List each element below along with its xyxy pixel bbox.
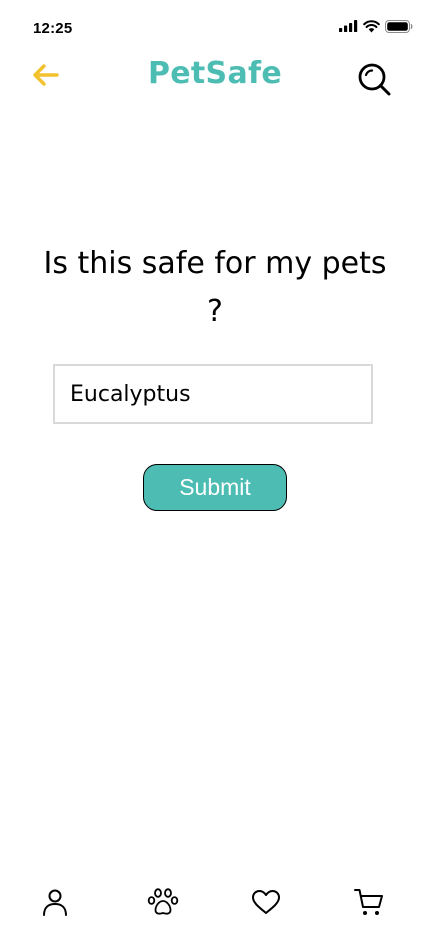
status-time: 12:25	[33, 20, 73, 37]
status-icons	[339, 17, 413, 35]
status-bar: 12:25	[0, 0, 430, 50]
cellular-signal-icon	[339, 20, 358, 32]
plant-name-input[interactable]	[55, 366, 371, 422]
nav-favorites[interactable]	[244, 880, 288, 924]
wifi-icon	[363, 19, 380, 32]
heart-icon	[252, 890, 280, 914]
search-button[interactable]	[354, 59, 394, 99]
plant-input-box[interactable]	[53, 364, 373, 424]
submit-button[interactable]: Submit	[143, 464, 287, 511]
paw-icon	[147, 888, 179, 915]
search-icon	[358, 63, 391, 96]
person-icon	[43, 889, 67, 916]
nav-profile[interactable]	[33, 880, 77, 924]
nav-cart[interactable]	[347, 880, 391, 924]
battery-icon	[385, 19, 413, 33]
cart-icon	[354, 889, 383, 915]
safety-question: Is this safe for my pets ?	[43, 246, 387, 329]
bottom-nav	[0, 880, 430, 932]
nav-pets[interactable]	[141, 880, 185, 924]
app-header: PetSafe	[0, 50, 430, 105]
